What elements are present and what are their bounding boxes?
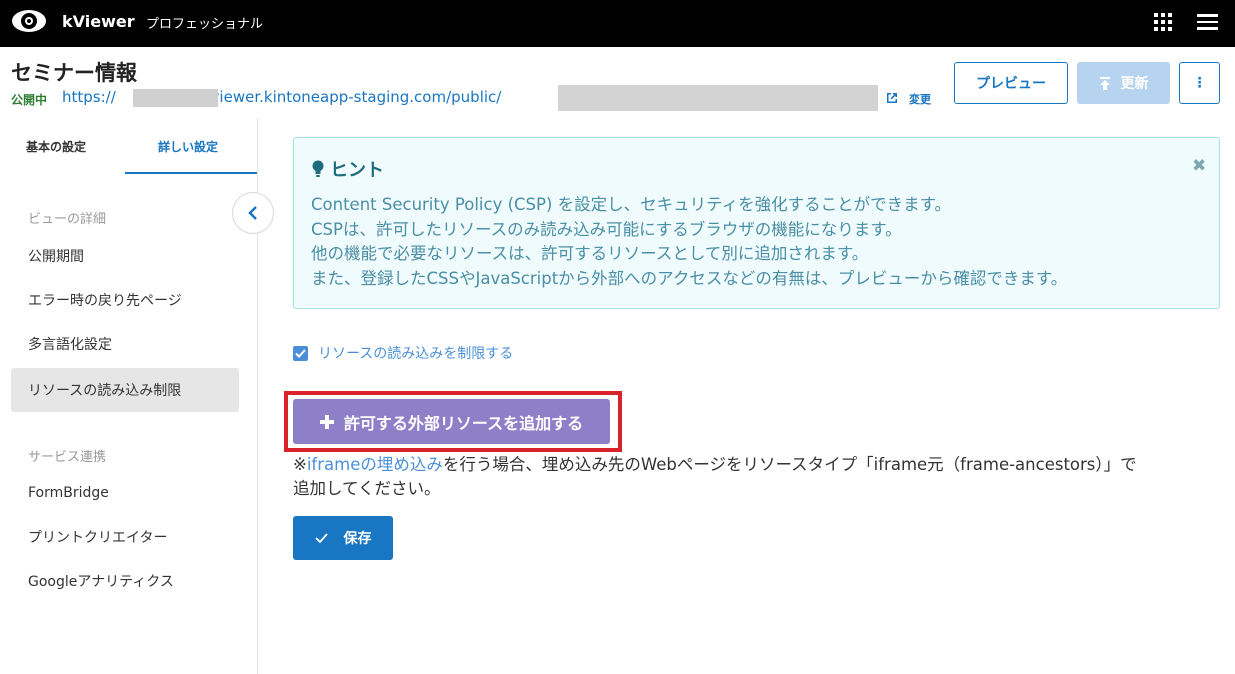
iframe-note: ※iframeの埋め込みを行う場合、埋め込み先のWebページをリソースタイプ「i… bbox=[293, 453, 1153, 501]
hint-box: ヒント ✖ Content Security Policy (CSP) を設定し… bbox=[293, 137, 1220, 309]
iframe-embed-link[interactable]: iframeの埋め込み bbox=[307, 455, 443, 474]
eye-logo-icon[interactable] bbox=[11, 7, 47, 35]
sidebar-item-multilingual[interactable]: 多言語化設定 bbox=[11, 322, 239, 366]
sidebar-item-print-creator[interactable]: プリントクリエイター bbox=[11, 515, 239, 559]
save-label: 保存 bbox=[343, 531, 372, 547]
add-external-resource-button[interactable]: 許可する外部リソースを追加する bbox=[293, 399, 610, 444]
apps-grid-icon[interactable] bbox=[1154, 13, 1172, 31]
plus-icon bbox=[319, 414, 334, 429]
sidebar-item-google-analytics[interactable]: Googleアナリティクス bbox=[11, 559, 239, 603]
sidebar: 基本の設定 詳しい設定 ビューの詳細 公開期間 エラー時の戻り先ページ 多言語化… bbox=[0, 118, 258, 674]
tab-basic-settings[interactable]: 基本の設定 bbox=[26, 138, 86, 155]
close-hint-icon[interactable]: ✖ bbox=[1192, 156, 1206, 176]
plan-label: プロフェッショナル bbox=[146, 17, 264, 32]
hamburger-menu-icon[interactable] bbox=[1197, 14, 1218, 30]
external-link-icon[interactable] bbox=[885, 91, 899, 105]
hint-text: Content Security Policy (CSP) を設定し、セキュリテ… bbox=[311, 193, 1067, 291]
hint-title-text: ヒント bbox=[330, 160, 384, 181]
update-button[interactable]: 更新 bbox=[1077, 62, 1170, 104]
section-label-service-integration: サービス連携 bbox=[28, 450, 107, 465]
url-prefix: https:// bbox=[62, 88, 116, 106]
sidebar-item-error-return-page[interactable]: エラー時の戻り先ページ bbox=[11, 278, 239, 322]
hint-line: CSPは、許可したリソースのみ読み込み可能にするブラウザの機能になります。 bbox=[311, 219, 902, 239]
update-label: 更新 bbox=[1120, 76, 1149, 92]
url-middle: .viewer.kintoneapp-staging.com/public/ bbox=[205, 88, 502, 106]
restrict-resource-toggle[interactable]: リソースの読み込みを制限する bbox=[293, 343, 513, 363]
hint-line: 他の機能で必要なリソースは、許可するリソースとして別に追加されます。 bbox=[311, 244, 869, 263]
section-label-view-details: ビューの詳細 bbox=[28, 212, 107, 227]
redacted-subdomain bbox=[133, 89, 218, 107]
note-prefix: ※ bbox=[293, 455, 307, 474]
tab-detailed-settings[interactable]: 詳しい設定 bbox=[158, 138, 218, 155]
check-icon bbox=[314, 533, 328, 543]
collapse-sidebar-button[interactable] bbox=[232, 192, 274, 234]
page-title: セミナー情報 bbox=[11, 61, 137, 85]
change-url-link[interactable]: 変更 bbox=[909, 91, 931, 107]
upload-icon bbox=[1099, 76, 1110, 90]
hint-line: また、登録したCSSやJavaScriptから外部へのアクセスなどの有無は、プレ… bbox=[311, 268, 1068, 288]
preview-button[interactable]: プレビュー bbox=[954, 62, 1068, 104]
active-tab-indicator bbox=[125, 172, 257, 174]
hint-line: Content Security Policy (CSP) を設定し、セキュリテ… bbox=[311, 195, 951, 214]
checkmark-icon bbox=[295, 348, 306, 358]
add-external-resource-label: 許可する外部リソースを追加する bbox=[343, 413, 584, 433]
app-name[interactable]: kViewer bbox=[62, 12, 135, 31]
lightbulb-icon bbox=[312, 160, 324, 177]
chevron-left-icon bbox=[248, 206, 257, 220]
sidebar-item-formbridge[interactable]: FormBridge bbox=[11, 471, 239, 515]
top-bar: kViewer プロフェッショナル bbox=[0, 0, 1235, 47]
public-url-link[interactable]: https:// .viewer.kintoneapp-staging.com/p… bbox=[62, 88, 501, 106]
sidebar-item-publish-period[interactable]: 公開期間 bbox=[11, 234, 239, 278]
restrict-resource-label[interactable]: リソースの読み込みを制限する bbox=[318, 343, 513, 363]
status-badge: 公開中 bbox=[11, 93, 48, 107]
redacted-path bbox=[558, 85, 878, 111]
save-button[interactable]: 保存 bbox=[293, 516, 393, 560]
restrict-resource-checkbox[interactable] bbox=[293, 345, 308, 361]
hint-title: ヒント bbox=[312, 156, 384, 182]
more-options-button[interactable]: ⋮ bbox=[1179, 62, 1220, 104]
sidebar-item-resource-restriction[interactable]: リソースの読み込み制限 bbox=[11, 368, 239, 412]
